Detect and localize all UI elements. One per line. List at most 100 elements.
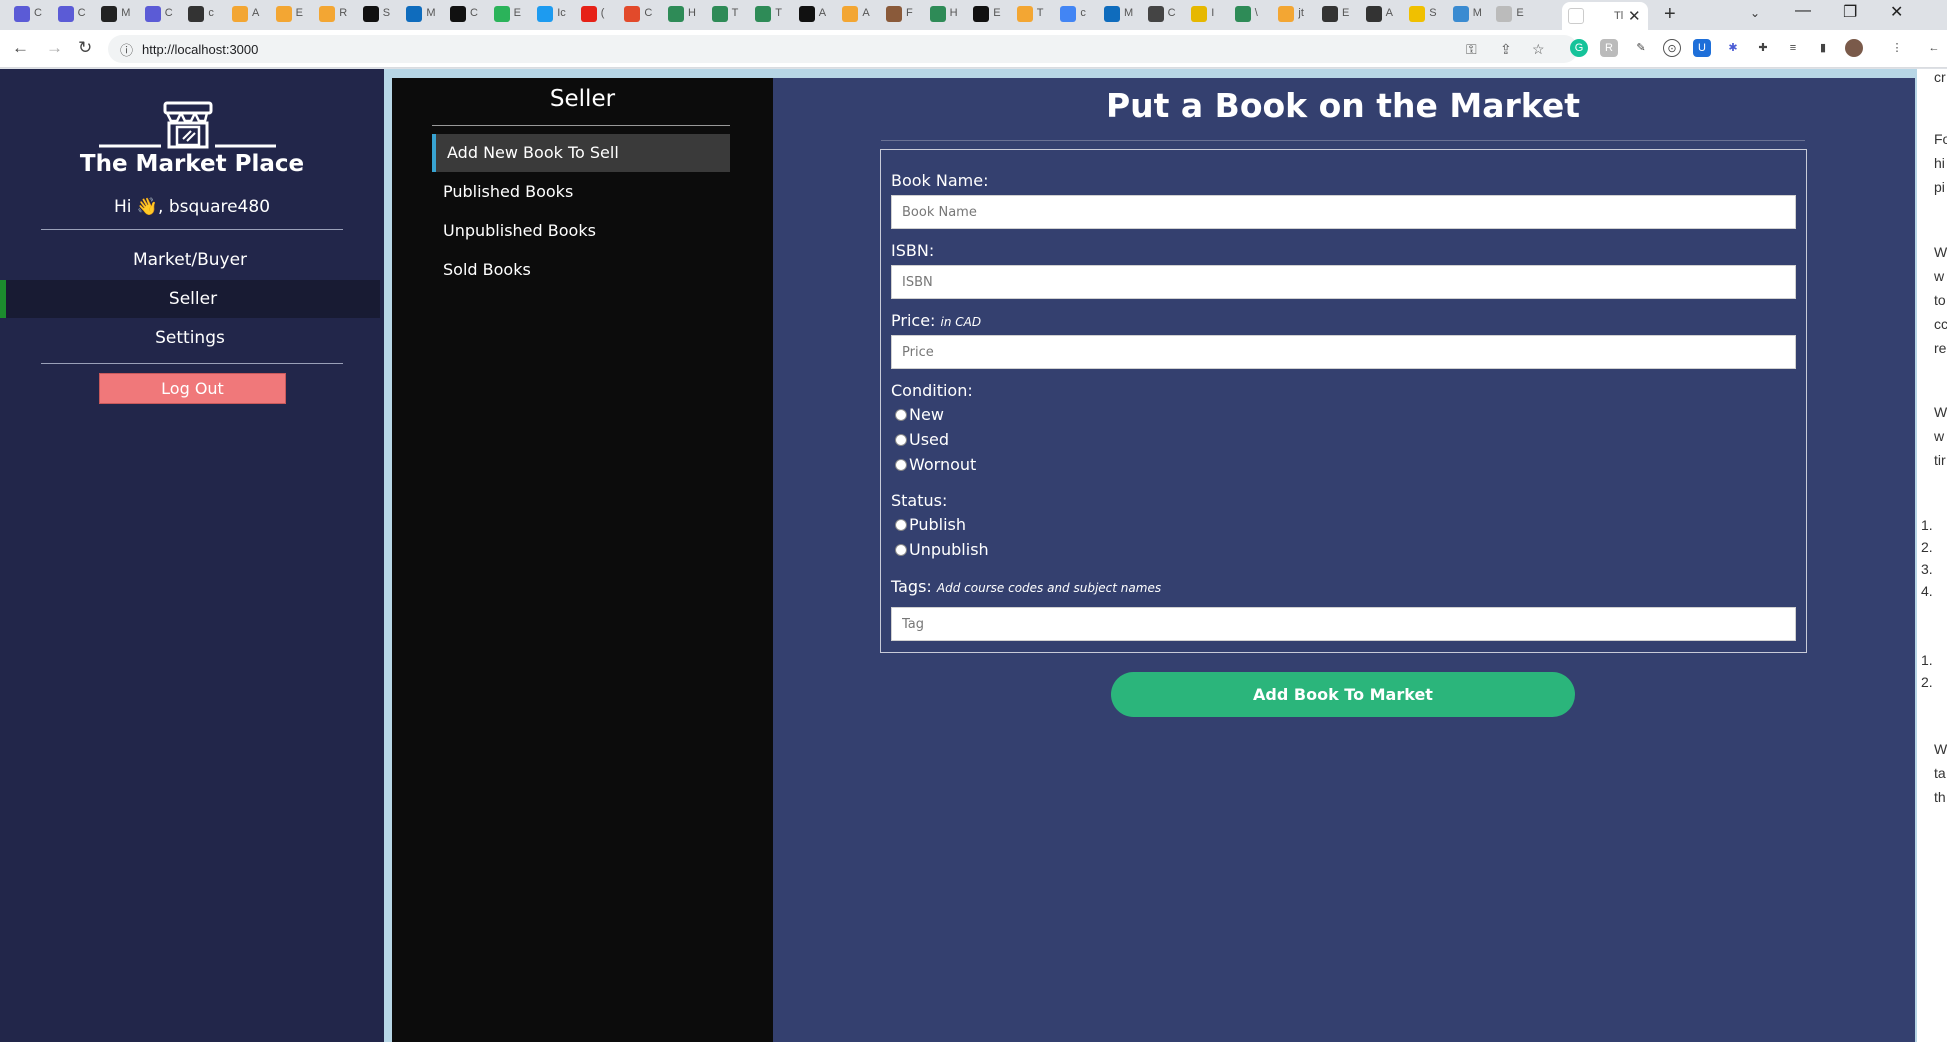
back-icon[interactable]: ← xyxy=(12,38,29,58)
tab-favicon-icon[interactable] xyxy=(973,6,990,22)
tab-favicon-icon[interactable] xyxy=(1278,6,1295,22)
tab-favicon-icon[interactable] xyxy=(1191,6,1208,22)
tab-favicon-icon[interactable] xyxy=(319,6,336,22)
tab-title[interactable]: M xyxy=(1473,7,1482,19)
tab-title[interactable]: I xyxy=(1211,7,1214,19)
restore-icon[interactable]: ❐ xyxy=(1843,2,1857,22)
close-window-icon[interactable]: ✕ xyxy=(1890,2,1903,22)
tab-title[interactable]: C xyxy=(1168,7,1176,19)
tab-favicon-icon[interactable] xyxy=(886,6,902,22)
tab-title[interactable]: C xyxy=(34,7,42,19)
tab-title[interactable]: T xyxy=(1037,7,1044,19)
tab-favicon-icon[interactable] xyxy=(580,6,597,22)
seller-item-published-books[interactable]: Published Books xyxy=(432,173,730,211)
tab-favicon-icon[interactable] xyxy=(275,6,292,22)
tab-favicon-icon[interactable] xyxy=(624,6,641,22)
radio-button[interactable] xyxy=(895,544,907,556)
side-back-icon[interactable]: ← xyxy=(1925,39,1943,57)
tag-input[interactable] xyxy=(891,607,1796,641)
bookmark-star-icon[interactable]: ☆ xyxy=(1532,41,1545,58)
tab-title[interactable]: A xyxy=(1386,7,1393,19)
extension-r-icon[interactable]: R xyxy=(1600,39,1618,57)
tab-title[interactable]: T xyxy=(732,7,739,19)
site-info-icon[interactable]: ⓘ xyxy=(120,40,133,59)
tab-title[interactable]: F xyxy=(906,7,913,19)
sidebar-item-seller[interactable]: Seller xyxy=(0,280,380,318)
status-option-publish[interactable]: Publish xyxy=(895,515,966,535)
tab-title[interactable]: \ xyxy=(1255,7,1258,19)
extensions-puzzle-icon[interactable]: ✚ xyxy=(1754,39,1772,57)
tab-title[interactable]: ( xyxy=(601,7,605,19)
tab-favicon-icon[interactable] xyxy=(57,6,74,22)
minimize-icon[interactable]: — xyxy=(1795,2,1811,20)
tab-favicon-icon[interactable] xyxy=(1016,6,1033,22)
condition-option-used[interactable]: Used xyxy=(895,430,949,450)
reading-list-icon[interactable]: ≡ xyxy=(1784,39,1802,57)
tab-title[interactable]: S xyxy=(383,7,390,19)
condition-option-wornout[interactable]: Wornout xyxy=(895,455,976,475)
tab-favicon-icon[interactable] xyxy=(1234,6,1251,22)
new-tab-icon[interactable]: + xyxy=(1664,3,1676,26)
profile-avatar-icon[interactable] xyxy=(1845,39,1863,57)
tab-favicon-icon[interactable] xyxy=(1496,6,1513,22)
tab-title[interactable]: C xyxy=(78,7,86,19)
tab-favicon-icon[interactable] xyxy=(711,6,728,22)
tab-title[interactable]: M xyxy=(121,7,130,19)
tab-title[interactable]: Ic xyxy=(557,7,566,19)
tab-title[interactable]: S xyxy=(1429,7,1436,19)
tab-title[interactable]: c xyxy=(208,7,214,19)
url-text[interactable]: http://localhost:3000 xyxy=(142,42,258,57)
tab-title[interactable]: c xyxy=(1080,7,1086,19)
tab-favicon-icon[interactable] xyxy=(1104,6,1120,22)
tab-favicon-icon[interactable] xyxy=(101,6,118,22)
tab-favicon-icon[interactable] xyxy=(14,6,30,22)
tab-title[interactable]: C xyxy=(644,7,652,19)
tab-favicon-icon[interactable] xyxy=(450,6,466,22)
price-input[interactable] xyxy=(891,335,1796,369)
seller-item-unpublished-books[interactable]: Unpublished Books xyxy=(432,212,730,250)
tab-title[interactable]: T xyxy=(775,7,782,19)
side-panel-icon[interactable]: ▮ xyxy=(1814,39,1832,57)
tab-favicon-icon[interactable] xyxy=(537,6,554,22)
sidebar-item-settings[interactable]: Settings xyxy=(0,319,380,357)
add-book-to-market-button[interactable]: Add Book To Market xyxy=(1111,672,1575,717)
tab-title[interactable]: C xyxy=(165,7,173,19)
radio-button[interactable] xyxy=(895,459,907,471)
tab-title[interactable]: M xyxy=(1124,7,1133,19)
tab-title[interactable]: E xyxy=(514,7,521,19)
tab-favicon-icon[interactable] xyxy=(1365,6,1382,22)
tab-title[interactable]: A xyxy=(819,7,826,19)
tab-favicon-icon[interactable] xyxy=(1060,6,1077,22)
tab-favicon-icon[interactable] xyxy=(1322,6,1338,22)
tab-favicon-icon[interactable] xyxy=(144,6,161,22)
seller-item-add-new-book[interactable]: Add New Book To Sell xyxy=(432,134,730,172)
forward-icon[interactable]: → xyxy=(46,38,63,58)
seller-item-sold-books[interactable]: Sold Books xyxy=(432,251,730,289)
tab-title[interactable]: E xyxy=(1342,7,1349,19)
status-option-unpublish[interactable]: Unpublish xyxy=(895,540,989,560)
tab-favicon-icon[interactable] xyxy=(188,6,205,22)
tab-favicon-icon[interactable] xyxy=(1409,6,1426,22)
tab-title[interactable]: E xyxy=(296,7,303,19)
condition-option-new[interactable]: New xyxy=(895,405,944,425)
tab-favicon-icon[interactable] xyxy=(1147,6,1164,22)
tab-title[interactable]: E xyxy=(1516,7,1523,19)
book-name-input[interactable] xyxy=(891,195,1796,229)
tab-title[interactable]: A xyxy=(862,7,869,19)
tab-title[interactable]: R xyxy=(339,7,347,19)
radio-button[interactable] xyxy=(895,434,907,446)
tab-title[interactable]: H xyxy=(950,7,958,19)
menu-kebab-icon[interactable]: ⋮ xyxy=(1888,39,1906,57)
logout-button[interactable]: Log Out xyxy=(99,373,286,404)
tab-favicon-icon[interactable] xyxy=(929,6,946,22)
extension-blue-icon[interactable]: U xyxy=(1693,39,1711,57)
tab-title[interactable]: E xyxy=(993,7,1000,19)
close-tab-icon[interactable]: ✕ xyxy=(1628,7,1641,25)
radio-button[interactable] xyxy=(895,409,907,421)
tab-favicon-icon[interactable] xyxy=(668,6,684,22)
isbn-input[interactable] xyxy=(891,265,1796,299)
tab-title[interactable]: jt xyxy=(1298,7,1304,19)
tab-favicon-icon[interactable] xyxy=(493,6,510,22)
tab-favicon-icon[interactable] xyxy=(798,6,815,22)
tab-favicon-icon[interactable] xyxy=(362,6,379,22)
